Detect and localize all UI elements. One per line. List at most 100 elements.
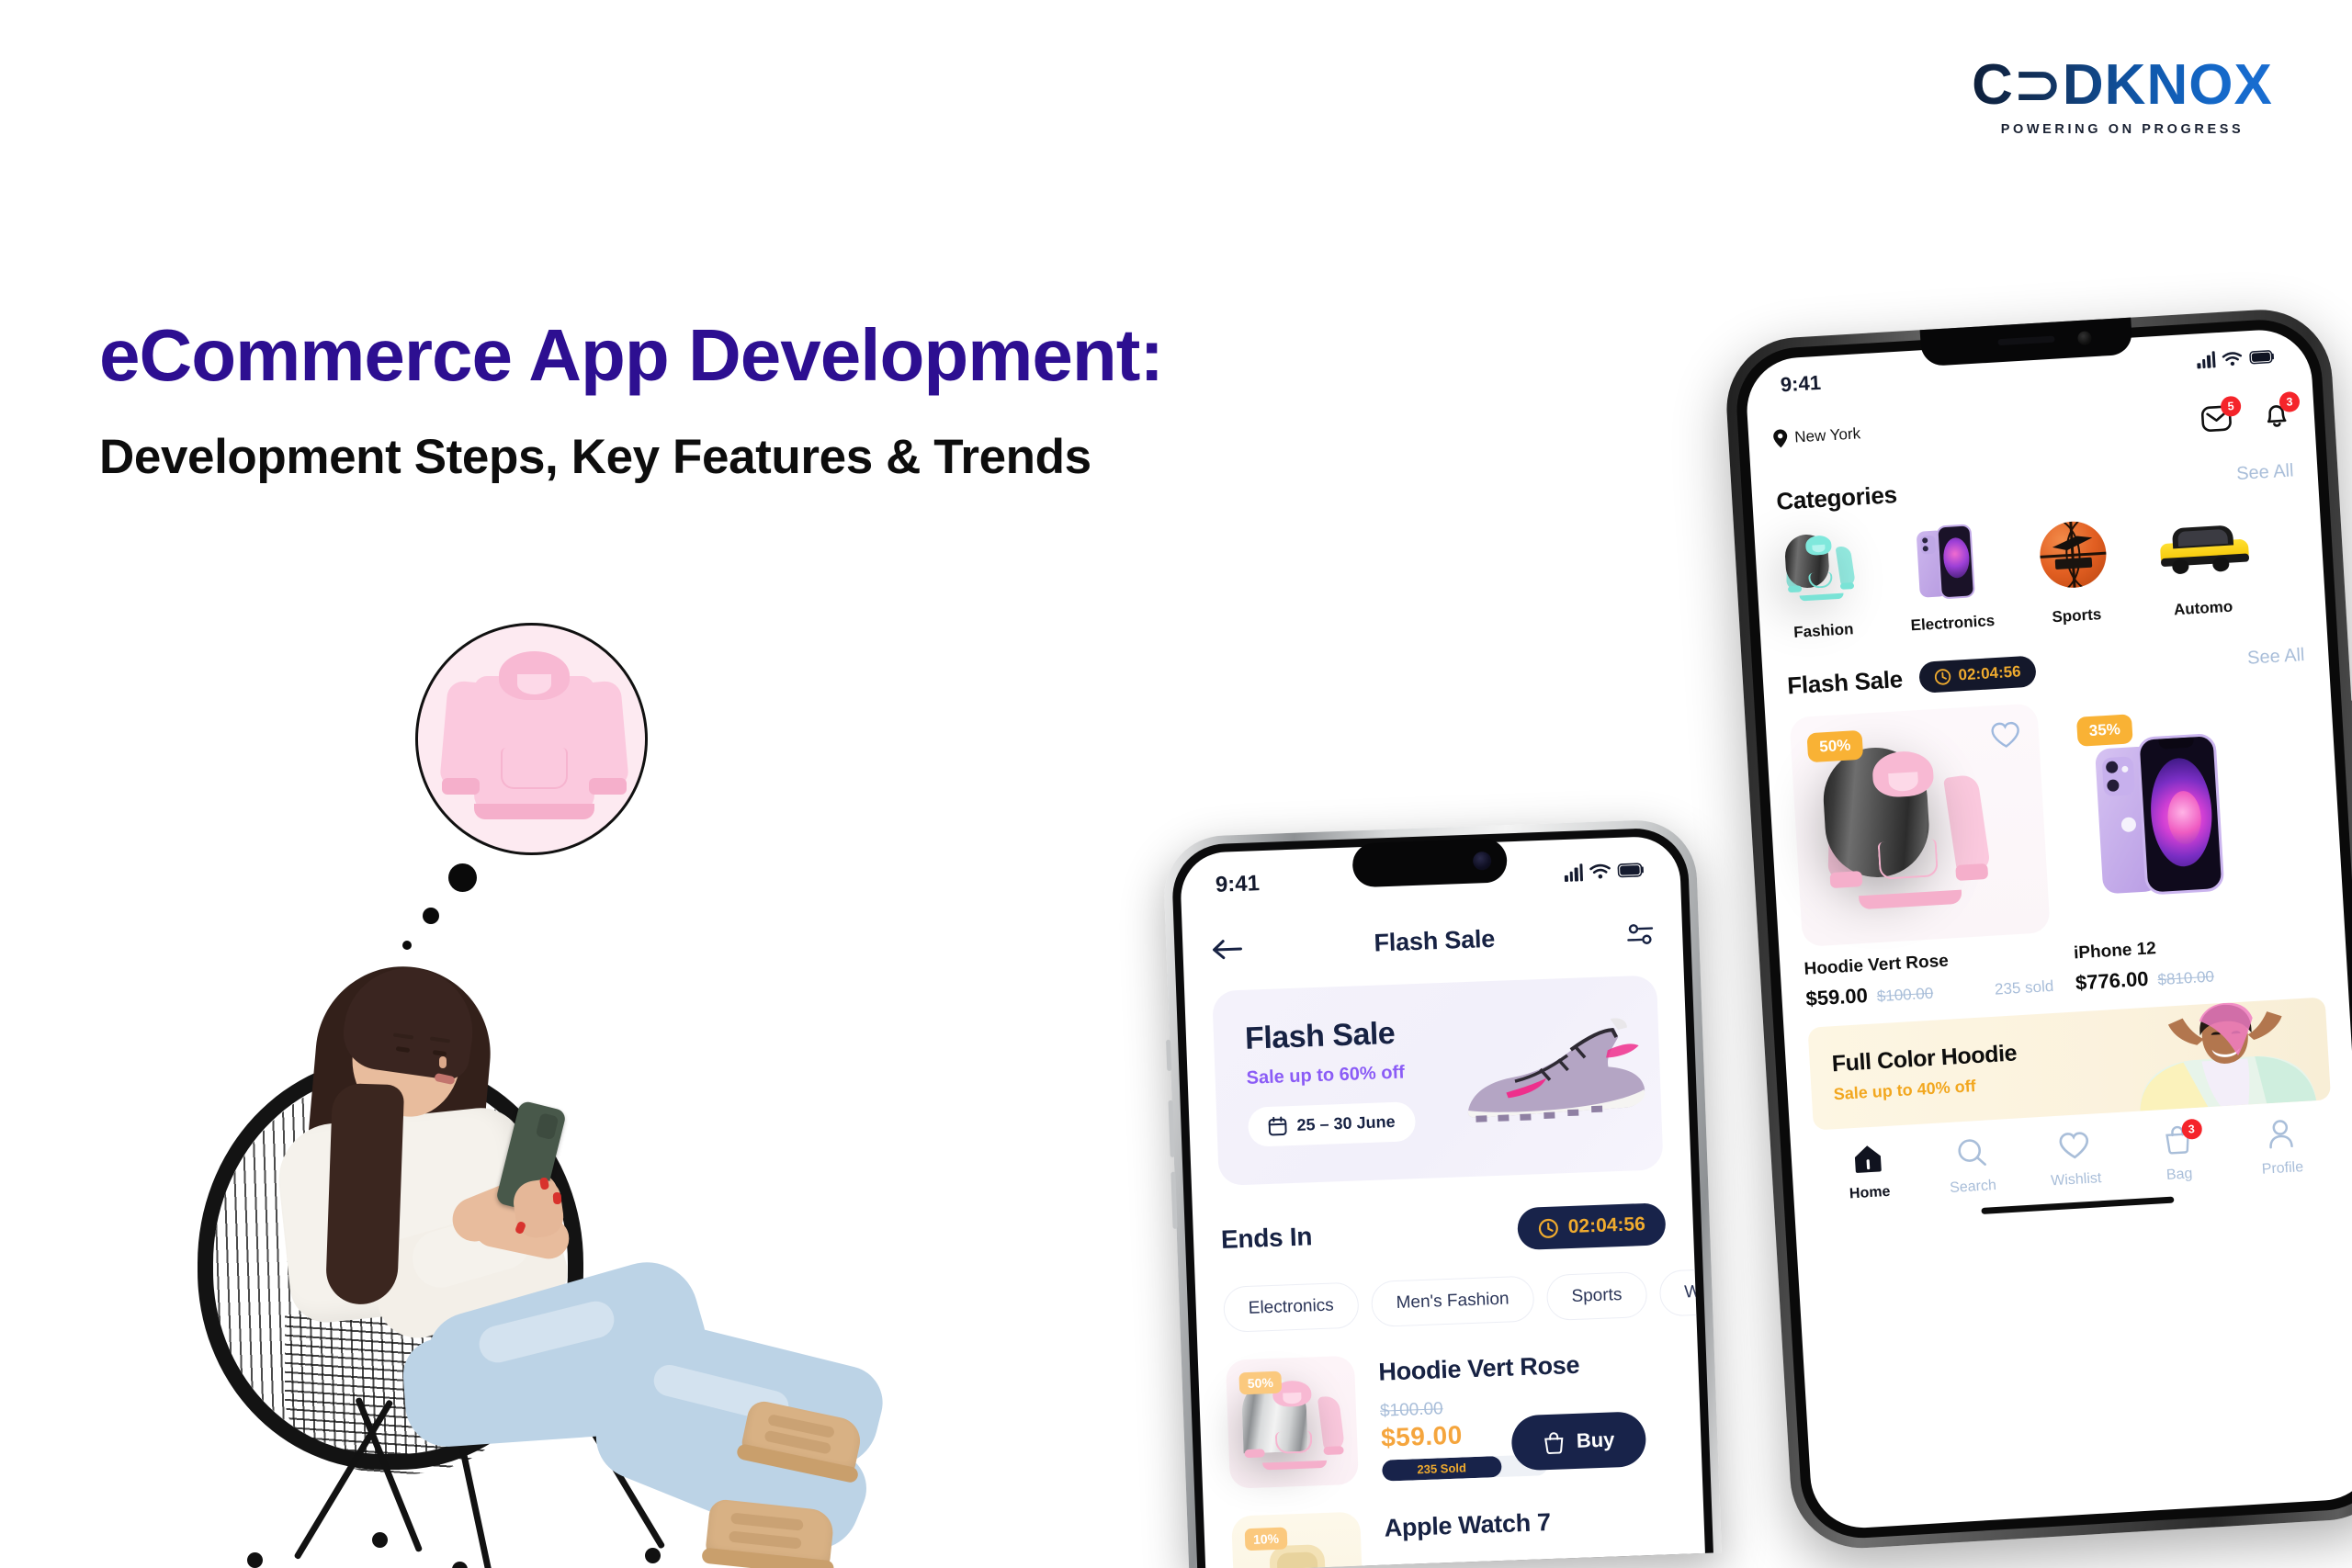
discount-badge: 10%	[1244, 1527, 1288, 1551]
promo-person-image	[2140, 1002, 2317, 1111]
pink-hoodie-icon	[439, 646, 629, 834]
discount-badge: 50%	[1806, 729, 1864, 763]
chip-mens-fashion[interactable]: Men's Fashion	[1370, 1275, 1535, 1327]
status-indicators	[1564, 861, 1645, 882]
product-old-price: $100.00	[1876, 984, 1934, 1006]
category-label: Automo	[2173, 597, 2233, 619]
chip-sports[interactable]: Sports	[1545, 1271, 1648, 1321]
location-pin-icon	[1773, 429, 1788, 448]
logo-wordmark: C⊃DKNOX	[1957, 57, 2288, 114]
thought-bubble	[402, 623, 648, 950]
person-illustration	[175, 946, 891, 1568]
wifi-icon	[1589, 863, 1611, 879]
wishlist-heart-icon[interactable]	[1990, 721, 2021, 750]
category-chip-row[interactable]: Electronics Men's Fashion Sports Wo	[1222, 1268, 1705, 1333]
product-price: $776.00	[2075, 966, 2150, 995]
clock-icon	[1538, 1218, 1558, 1238]
tab-label: Profile	[2261, 1159, 2304, 1178]
status-time: 9:41	[1780, 370, 1822, 397]
promo-subtitle: Sale up to 40% off	[1833, 1077, 1977, 1104]
buy-button[interactable]: Buy	[1510, 1411, 1647, 1472]
flash-sale-timer: 02:04:56	[1917, 655, 2037, 694]
thought-dot-medium	[423, 908, 439, 924]
home-icon	[1854, 1145, 1882, 1173]
phone-mockup-flash-sale: 9:41 Flash Sale Flash Sale Sale up to 60…	[1162, 818, 1722, 1568]
categories-header: Categories See All	[1776, 457, 2295, 515]
ends-in-row: Ends In 02:04:56	[1220, 1202, 1667, 1261]
app-nav-bar: Flash Sale	[1210, 919, 1656, 964]
product-price: $59.00	[1804, 983, 1869, 1010]
product-thumbnail: 10%	[1231, 1511, 1365, 1568]
location-label: New York	[1793, 424, 1861, 446]
thought-bubble-circle	[415, 623, 648, 855]
product-grid: 50% Hoodie Vert Rose $59.00 $100.00 235 …	[1789, 686, 2324, 1011]
iphone-12-purple-image	[2094, 732, 2241, 898]
buy-label: Buy	[1576, 1427, 1615, 1452]
flash-sale-title: Flash Sale	[1786, 664, 1904, 699]
notifications-button[interactable]: 3	[2262, 390, 2301, 435]
basketball-icon	[2038, 519, 2109, 590]
product-card[interactable]: 50% Hoodie Vert Rose $59.00 $100.00 235 …	[1789, 703, 2054, 1010]
product-image: 35%	[2058, 686, 2321, 931]
yellow-car-icon	[2159, 519, 2250, 575]
tab-home[interactable]: Home	[1824, 1141, 1914, 1203]
tab-label: Home	[1849, 1183, 1891, 1202]
ends-in-label: Ends In	[1220, 1222, 1313, 1254]
category-label: Sports	[2051, 605, 2102, 626]
product-sold-count: 235 sold	[1994, 976, 2054, 998]
category-item-automotive[interactable]: Automo	[2158, 507, 2250, 620]
messages-badge: 5	[2220, 395, 2242, 417]
tab-wishlist[interactable]: Wishlist	[2030, 1129, 2120, 1191]
category-row[interactable]: Fashion Electronics Sports Automo	[1779, 503, 2302, 642]
woman-figure	[175, 946, 891, 1568]
filter-icon[interactable]	[1625, 920, 1656, 947]
cellular-icon	[2197, 351, 2216, 369]
categories-see-all[interactable]: See All	[2236, 460, 2295, 485]
brand-logo: C⊃DKNOX POWERING ON PROGRESS	[1957, 57, 2288, 138]
tab-label: Bag	[2165, 1166, 2193, 1183]
categories-title: Categories	[1775, 480, 1898, 515]
location-indicator[interactable]: New York	[1772, 423, 1861, 449]
phone-right-screen: 9:41 New York 5 3 Categories See All Fas…	[1744, 327, 2352, 1531]
tab-search[interactable]: Search	[1927, 1135, 2017, 1198]
product-list-item[interactable]: 10% Apple Watch 7	[1231, 1500, 1680, 1568]
back-arrow-icon[interactable]	[1210, 936, 1244, 961]
home-header: New York 5 3	[1772, 390, 2301, 464]
chip-electronics[interactable]: Electronics	[1222, 1281, 1360, 1333]
tab-profile[interactable]: Profile	[2236, 1117, 2326, 1179]
cellular-icon	[1564, 863, 1584, 882]
phone-mid-screen: 9:41 Flash Sale Flash Sale Sale up to 60…	[1179, 835, 1705, 1568]
category-item-electronics[interactable]: Electronics	[1905, 522, 1996, 635]
category-item-fashion[interactable]: Fashion	[1779, 530, 1864, 643]
countdown-timer: 02:04:56	[1516, 1202, 1667, 1251]
logo-tagline: POWERING ON PROGRESS	[2000, 122, 2245, 137]
heart-icon	[2059, 1132, 2089, 1159]
product-list-item[interactable]: 50% Hoodie Vert Rose $100.00 $59.00 235 …	[1225, 1344, 1675, 1489]
flash-sale-see-all[interactable]: See All	[2247, 645, 2306, 670]
product-name: Apple Watch 7	[1384, 1508, 1552, 1542]
category-item-sports[interactable]: Sports	[2031, 514, 2117, 627]
clock-icon	[1934, 668, 1951, 685]
product-image: 50%	[1789, 703, 2051, 947]
calendar-icon	[1268, 1116, 1287, 1136]
tab-bag[interactable]: 3 Bag	[2133, 1118, 2223, 1185]
countdown-value: 02:04:56	[1567, 1213, 1646, 1238]
screen-title: Flash Sale	[1374, 924, 1496, 957]
product-card[interactable]: 35% iPhone 12 $776.00 $810.00	[2058, 686, 2324, 995]
category-label: Electronics	[1910, 611, 1996, 635]
battery-icon	[1617, 863, 1644, 878]
messages-button[interactable]: 5	[2200, 395, 2242, 437]
hoodie-mint-icon	[1783, 532, 1856, 607]
product-name: Hoodie Vert Rose	[1377, 1350, 1580, 1386]
flash-sale-banner[interactable]: Flash Sale Sale up to 60% off 25 – 30 Ju…	[1212, 975, 1664, 1186]
banner-dates: 25 – 30 June	[1296, 1111, 1396, 1134]
headline-block: eCommerce App Development: Development S…	[99, 317, 1661, 485]
status-time: 9:41	[1215, 871, 1261, 897]
thought-dot-large	[448, 863, 477, 892]
page-title: eCommerce App Development:	[99, 314, 1164, 396]
status-indicators	[2197, 347, 2277, 369]
notifications-badge: 3	[2278, 390, 2301, 413]
battery-icon	[2249, 349, 2274, 364]
person-icon	[2269, 1120, 2293, 1149]
pink-hoodie-icon	[1820, 741, 1993, 925]
